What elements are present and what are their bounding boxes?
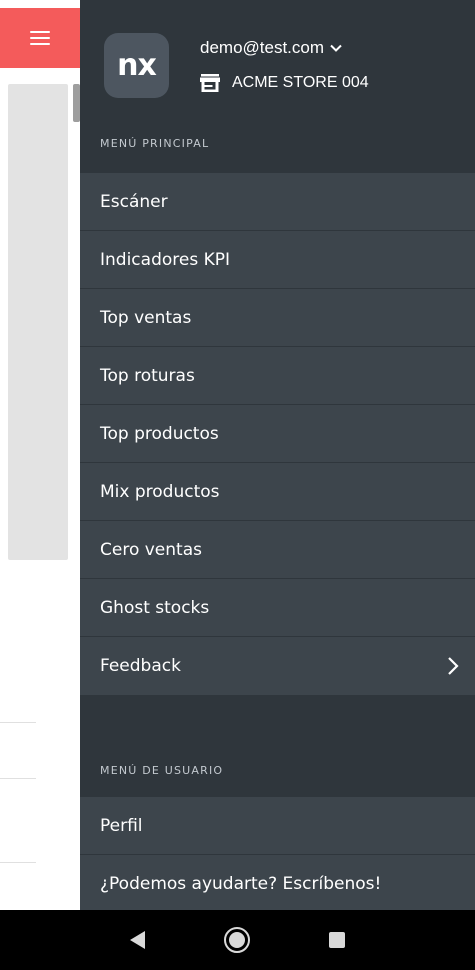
background-card xyxy=(8,84,68,560)
logo-text: nx xyxy=(117,48,157,83)
account-switcher[interactable]: demo@test.com xyxy=(200,38,342,58)
menu-item-label: Top ventas xyxy=(100,307,192,328)
back-icon[interactable] xyxy=(129,931,145,949)
menu-item-ghost-stocks[interactable]: Ghost stocks xyxy=(80,579,475,637)
main-menu-list: Escáner Indicadores KPI Top ventas Top r… xyxy=(80,173,475,695)
menu-item-perfil[interactable]: Perfil xyxy=(80,797,475,855)
user-menu-heading: MENÚ DE USUARIO xyxy=(100,764,224,777)
background-divider xyxy=(0,722,36,723)
menu-button[interactable] xyxy=(0,8,80,68)
store-selector[interactable]: ACME STORE 004 xyxy=(200,74,369,92)
menu-item-label: Top roturas xyxy=(100,365,195,386)
menu-item-cero-ventas[interactable]: Cero ventas xyxy=(80,521,475,579)
background-divider xyxy=(0,778,36,779)
main-menu-heading: MENÚ PRINCIPAL xyxy=(100,137,210,150)
background-app xyxy=(0,0,80,910)
chevron-down-icon xyxy=(330,44,342,52)
menu-item-label: Escáner xyxy=(100,191,168,212)
navigation-drawer: nx demo@test.com ACME STORE 004 MENÚ PRI… xyxy=(80,0,475,910)
drawer-profile-header: nx demo@test.com ACME STORE 004 xyxy=(80,8,475,120)
home-icon[interactable] xyxy=(223,927,250,953)
account-email: demo@test.com xyxy=(200,38,325,57)
menu-item-label: Mix productos xyxy=(100,481,220,502)
menu-item-label: Cero ventas xyxy=(100,539,202,560)
menu-item-escaner[interactable]: Escáner xyxy=(80,173,475,231)
menu-item-label: Indicadores KPI xyxy=(100,249,231,270)
background-divider xyxy=(0,862,36,863)
menu-item-indicadores-kpi[interactable]: Indicadores KPI xyxy=(80,231,475,289)
menu-item-label: Ghost stocks xyxy=(100,597,210,618)
app-logo: nx xyxy=(104,33,169,98)
chevron-right-icon xyxy=(448,657,459,675)
background-scrollbar xyxy=(73,84,80,122)
menu-item-top-ventas[interactable]: Top ventas xyxy=(80,289,475,347)
drawer-top-strip xyxy=(80,0,475,8)
menu-item-label: Feedback xyxy=(100,656,181,676)
store-icon xyxy=(200,74,220,92)
menu-item-label: Top productos xyxy=(100,423,219,444)
system-navigation-bar xyxy=(0,910,475,970)
background-topbar xyxy=(0,0,80,70)
recent-apps-icon[interactable] xyxy=(329,932,346,948)
menu-item-mix-productos[interactable]: Mix productos xyxy=(80,463,475,521)
menu-item-top-productos[interactable]: Top productos xyxy=(80,405,475,463)
menu-item-label: Perfil xyxy=(100,815,143,836)
user-menu-list: Perfil ¿Podemos ayudarte? Escríbenos! xyxy=(80,797,475,910)
hamburger-menu-icon xyxy=(30,27,50,49)
store-name: ACME STORE 004 xyxy=(232,74,369,91)
app-screen: nx demo@test.com ACME STORE 004 MENÚ PRI… xyxy=(0,0,475,970)
menu-item-help[interactable]: ¿Podemos ayudarte? Escríbenos! xyxy=(80,855,475,910)
menu-item-label: ¿Podemos ayudarte? Escríbenos! xyxy=(100,874,382,894)
menu-item-feedback[interactable]: Feedback xyxy=(80,637,475,695)
menu-item-top-roturas[interactable]: Top roturas xyxy=(80,347,475,405)
